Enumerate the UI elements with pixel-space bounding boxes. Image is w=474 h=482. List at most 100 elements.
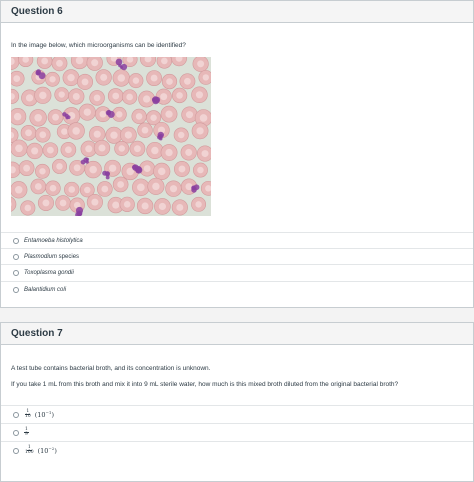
red-blood-cell [161, 73, 178, 90]
stained-parasite [102, 170, 110, 180]
question-7-prompt-2: If you take 1 mL from this broth and mix… [11, 381, 399, 388]
red-blood-cell [137, 122, 153, 138]
answer-option[interactable]: 1 10 (10−1) [1, 405, 473, 423]
red-blood-cell [11, 88, 20, 104]
red-blood-cell [29, 109, 47, 127]
question-6-title: Question 6 [11, 6, 63, 17]
answer-label: Balantidium coli [24, 286, 67, 293]
red-blood-cell [30, 178, 47, 195]
red-blood-cell [26, 142, 43, 160]
answer-label: Entamoeba histolytica [24, 237, 83, 244]
question-7-card: Question 7 A test tube contains bacteria… [0, 322, 474, 482]
fraction: 1 9 [24, 426, 29, 437]
red-blood-cell [200, 180, 211, 196]
red-blood-cell [173, 127, 189, 143]
red-blood-cell [89, 125, 106, 143]
answer-math: 1 10 (10−1) [24, 408, 54, 420]
radio-unchecked-icon[interactable] [13, 429, 19, 436]
red-blood-cell [119, 196, 135, 212]
red-blood-cell [191, 122, 209, 140]
red-blood-cell [84, 160, 102, 179]
red-blood-cell [11, 161, 21, 179]
red-blood-cell [36, 57, 53, 69]
stained-parasite [80, 157, 89, 165]
answer-label: Plasmodium species [24, 253, 80, 260]
answer-option[interactable]: 1 100 (10−2) [1, 441, 473, 459]
answer-math: 1 9 [24, 426, 29, 438]
red-blood-cell [34, 86, 52, 104]
red-blood-cell [20, 124, 37, 141]
answer-option[interactable]: Balantidium coli [1, 281, 473, 297]
red-blood-cell [160, 105, 178, 123]
question-7-prompt-1: A test tube contains bacterial broth, an… [11, 365, 211, 372]
red-blood-cell [51, 158, 68, 174]
red-blood-cell [77, 73, 94, 90]
red-blood-cell [35, 163, 50, 179]
red-blood-cell [11, 70, 25, 87]
red-blood-cell [86, 57, 103, 71]
red-blood-cell [37, 194, 54, 211]
red-blood-cell [156, 57, 173, 69]
red-blood-cell [179, 73, 196, 90]
red-blood-cell [128, 73, 144, 89]
fraction: 1 10 [25, 408, 31, 419]
red-blood-cell [112, 176, 129, 193]
red-blood-cell [121, 89, 138, 105]
question-7-title: Question 7 [11, 328, 63, 339]
red-blood-cell [78, 103, 96, 121]
red-blood-cell [64, 181, 80, 198]
red-blood-cell [146, 141, 164, 160]
radio-unchecked-icon[interactable] [13, 447, 19, 454]
red-blood-cell [34, 126, 51, 143]
red-blood-cell [192, 57, 209, 72]
answer-option[interactable]: 1 9 [1, 423, 473, 441]
radio-unchecked-icon[interactable] [13, 411, 19, 418]
red-blood-cell [191, 86, 208, 104]
answer-option[interactable]: Toxoplasma gondii [1, 264, 473, 280]
red-blood-cell [165, 180, 182, 197]
red-blood-cell [132, 178, 150, 197]
red-blood-cell [95, 69, 112, 86]
red-blood-cell [153, 162, 171, 180]
power-expression: (10−2) [37, 445, 57, 456]
red-blood-cell [45, 71, 60, 87]
red-blood-cell [196, 145, 211, 162]
red-blood-cell [154, 198, 171, 215]
blood-smear-illustration [11, 57, 211, 216]
red-blood-cell [112, 69, 130, 87]
red-blood-cell [191, 196, 207, 212]
red-blood-cell [140, 57, 157, 67]
red-blood-cell [62, 69, 80, 87]
answer-option[interactable]: Plasmodium species [1, 248, 473, 264]
red-blood-cell [45, 180, 61, 196]
red-blood-cell [93, 139, 111, 157]
blood-smear-image [11, 57, 211, 216]
answer-option[interactable]: Entamoeba histolytica [1, 232, 473, 248]
red-blood-cell [60, 141, 77, 158]
radio-unchecked-icon[interactable] [13, 237, 19, 244]
red-blood-cell [171, 199, 188, 216]
red-blood-cell [171, 57, 187, 67]
red-blood-cell [160, 144, 178, 161]
red-blood-cell [70, 57, 89, 70]
red-blood-cell [147, 177, 165, 195]
red-blood-cell [11, 196, 17, 212]
red-blood-cell [11, 57, 20, 70]
radio-unchecked-icon[interactable] [13, 286, 19, 293]
question-7-header: Question 7 [1, 323, 473, 345]
answer-label: Toxoplasma gondii [24, 269, 74, 276]
red-blood-cell [55, 195, 71, 211]
red-blood-cell [131, 108, 147, 125]
red-blood-cell [96, 181, 113, 197]
red-blood-cell [129, 140, 146, 157]
red-blood-cell [86, 194, 103, 211]
red-blood-cell [18, 160, 35, 177]
red-blood-cell [51, 57, 68, 72]
red-blood-cell [54, 87, 70, 102]
red-blood-cell [193, 162, 208, 178]
red-blood-cell [171, 87, 188, 104]
radio-unchecked-icon[interactable] [13, 269, 19, 276]
answer-math: 1 100 (10−2) [24, 445, 57, 456]
radio-unchecked-icon[interactable] [13, 253, 19, 260]
red-blood-cell [20, 200, 36, 216]
